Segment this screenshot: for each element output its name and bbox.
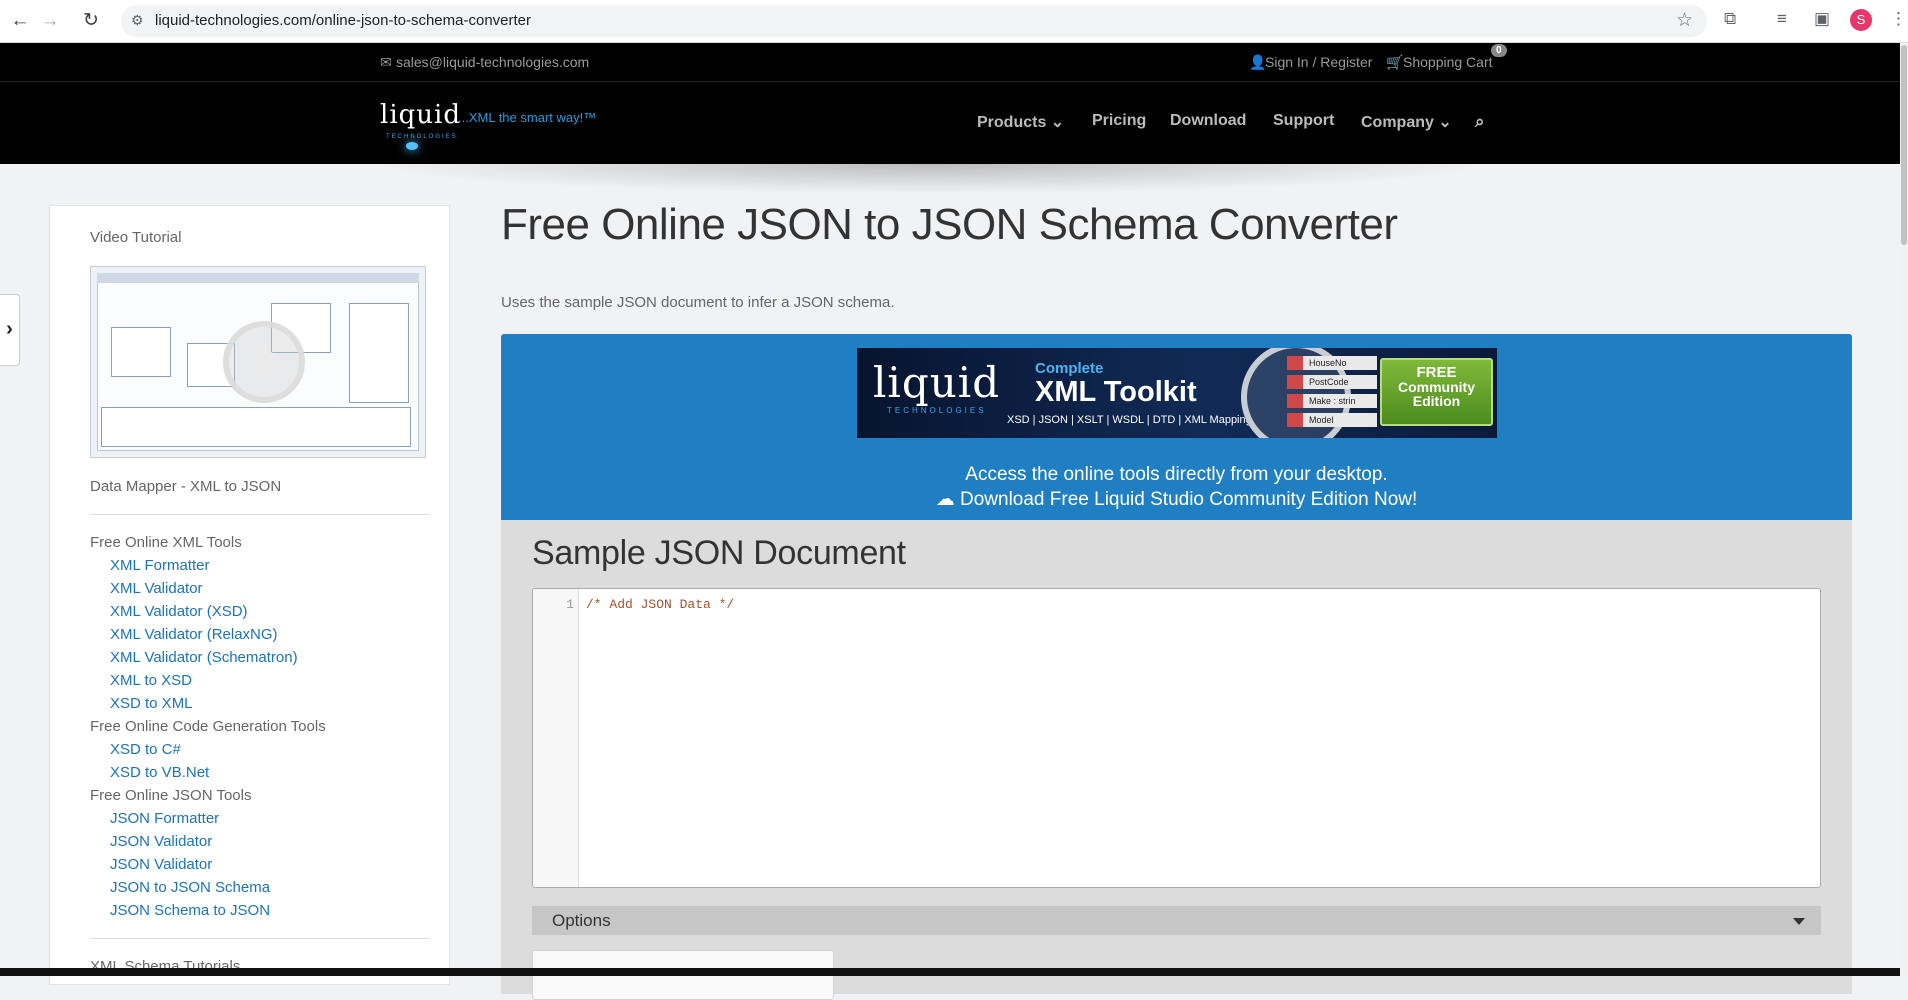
json-editor[interactable]: 1 /* Add JSON Data */ (532, 588, 1821, 888)
logo-sub: TECHNOLOGIES (386, 134, 458, 140)
divider (90, 938, 430, 939)
group-heading-json[interactable]: Free Online JSON Tools (90, 787, 251, 804)
back-icon[interactable]: ← (7, 8, 33, 34)
banner-logo-word: liquid (873, 358, 1001, 407)
signin-link[interactable]: Sign In / Register (1265, 54, 1372, 70)
logo-drop-icon (406, 142, 418, 150)
sidebar-link[interactable]: JSON Validator (110, 856, 212, 873)
sidebar-link[interactable]: JSON Validator (110, 833, 212, 850)
cloud-download-icon: ☁ (935, 489, 955, 510)
free-edition-badge: FREE Community Edition (1380, 358, 1493, 426)
user-icon: 👤 (1249, 54, 1267, 70)
url-text[interactable]: liquid-technologies.com/online-json-to-s… (155, 12, 531, 29)
sidebar-link[interactable]: XML Validator (XSD) (110, 603, 248, 620)
options-toggle[interactable]: Options (532, 906, 1821, 935)
site-header: liquid ...XML the smart way!™ TECHNOLOGI… (0, 82, 1900, 164)
mail-icon: ✉ (380, 54, 392, 70)
page-subtitle: Uses the sample JSON document to infer a… (501, 294, 895, 311)
sidebar-toggle-chevron-icon[interactable]: › (0, 294, 20, 366)
tool-container: liquid TECHNOLOGIES Complete XML Toolkit… (501, 334, 1852, 1000)
top-bar: ✉ sales@liquid-technologies.com 👤 Sign I… (0, 43, 1900, 82)
banner-tag: PostCode (1287, 375, 1377, 389)
banner-formats: XSD | JSON | XSLT | WSDL | DTD | XML Map… (1007, 414, 1252, 426)
header-shadow (370, 164, 1490, 194)
editor-gutter: 1 (533, 589, 579, 887)
sidebar-link[interactable]: XML Formatter (110, 557, 209, 574)
free-line: FREE (1416, 364, 1457, 381)
free-line: Edition (1412, 393, 1461, 409)
page-title: Free Online JSON to JSON Schema Converte… (501, 200, 1398, 249)
group-heading-codegen[interactable]: Free Online Code Generation Tools (90, 718, 326, 735)
sidebar-link[interactable]: XML to XSD (110, 672, 192, 689)
address-bar[interactable]: ⚙ liquid-technologies.com/online-json-to… (121, 5, 1707, 37)
email-link[interactable]: sales@liquid-technologies.com (396, 54, 589, 70)
nav-support[interactable]: Support (1273, 112, 1334, 130)
group-heading-xml[interactable]: Free Online XML Tools (90, 534, 242, 551)
forward-icon[interactable]: → (37, 8, 63, 34)
sidepanel-icon[interactable]: ▣ (1814, 9, 1830, 29)
options-label: Options (552, 911, 611, 930)
sidebar-link[interactable]: XSD to C# (110, 741, 181, 758)
avatar[interactable]: S (1850, 9, 1872, 31)
nav-download[interactable]: Download (1170, 112, 1246, 130)
logo-word: liquid (380, 100, 461, 130)
sidebar: Video Tutorial Data Mapper - XML to JSON… (49, 205, 450, 985)
scrollbar[interactable] (1900, 43, 1908, 976)
browser-toolbar: ← → ↻ ⚙ liquid-technologies.com/online-j… (0, 0, 1908, 43)
banner-product: XML Toolkit (1035, 376, 1197, 408)
banner-tag: HouseNo (1287, 356, 1377, 370)
star-icon[interactable]: ☆ (1676, 9, 1693, 32)
cart-icon: 🛒 (1386, 54, 1404, 70)
cart-count-badge: 0 (1491, 44, 1507, 57)
banner-logo-sub: TECHNOLOGIES (887, 406, 987, 415)
banner-tag: Make : strin (1287, 394, 1377, 408)
nav-pricing[interactable]: Pricing (1092, 112, 1146, 130)
access-line: Access the online tools directly from yo… (965, 464, 1388, 485)
video-heading: Video Tutorial (90, 229, 182, 246)
sidebar-link[interactable]: JSON Schema to JSON (110, 902, 270, 919)
video-thumbnail[interactable] (90, 266, 426, 458)
nav-products[interactable]: Products ⌄ (977, 112, 1064, 132)
line-number: 1 (566, 597, 574, 612)
download-link[interactable]: ☁ Download Free Liquid Studio Community … (501, 488, 1852, 511)
editor-code[interactable]: /* Add JSON Data */ (586, 597, 734, 612)
cart-link[interactable]: Shopping Cart (1403, 54, 1493, 70)
caret-down-icon (1793, 918, 1805, 925)
divider (90, 514, 430, 515)
sidebar-link[interactable]: XML Validator (RelaxNG) (110, 626, 278, 643)
reload-icon[interactable]: ↻ (78, 8, 104, 34)
panel-title: Sample JSON Document (532, 534, 906, 572)
free-line: Community (1398, 379, 1475, 395)
nav-company[interactable]: Company ⌄ (1361, 112, 1452, 132)
banner-complete: Complete (1035, 360, 1104, 377)
video-caption[interactable]: Data Mapper - XML to JSON (90, 478, 281, 495)
logo-tagline: ...XML the smart way!™ (458, 110, 597, 125)
sidebar-link[interactable]: XSD to XML (110, 695, 193, 712)
site-info-icon[interactable]: ⚙ (131, 12, 144, 29)
bottom-bar (0, 968, 1900, 976)
sidebar-link[interactable]: JSON to JSON Schema (110, 879, 270, 896)
sidebar-link[interactable]: XML Validator (Schematron) (110, 649, 298, 666)
sidebar-link[interactable]: XML Validator (110, 580, 203, 597)
json-panel: Sample JSON Document 1 /* Add JSON Data … (501, 520, 1852, 1000)
sidebar-link[interactable]: XSD to VB.Net (110, 764, 209, 781)
menu-icon[interactable]: ⋮ (1890, 9, 1907, 29)
xml-toolkit-banner[interactable]: liquid TECHNOLOGIES Complete XML Toolkit… (857, 348, 1497, 438)
banner-tag: Model (1287, 413, 1377, 427)
download-link-text[interactable]: Download Free Liquid Studio Community Ed… (960, 489, 1417, 510)
site-logo[interactable]: liquid ...XML the smart way!™ TECHNOLOGI… (380, 100, 596, 150)
sidebar-link[interactable]: JSON Formatter (110, 810, 219, 827)
extensions-icon[interactable]: ⧉ (1724, 9, 1736, 29)
play-icon[interactable] (223, 321, 305, 403)
media-icon[interactable]: ≡ (1777, 9, 1787, 29)
search-icon[interactable]: ⌕ (1475, 112, 1485, 132)
